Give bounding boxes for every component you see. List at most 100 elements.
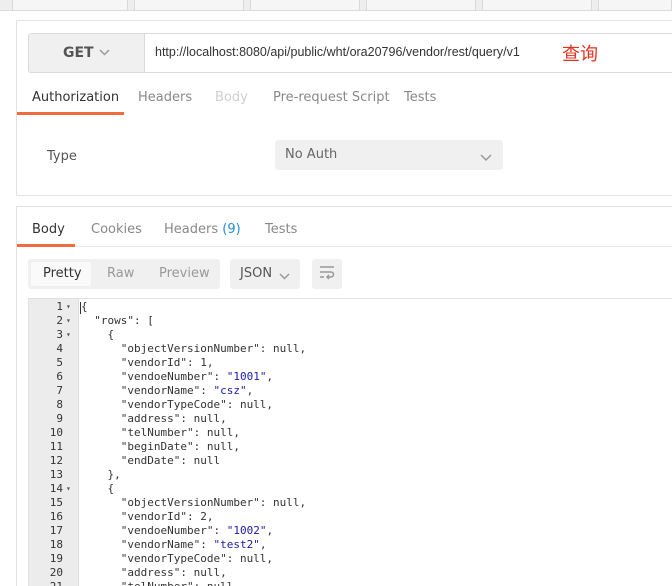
code-line: 11 "beginDate": null, — [29, 440, 672, 454]
auth-type-label: Type — [47, 149, 77, 164]
url-input[interactable]: http://localhost:8080/api/public/wht/ora… — [155, 45, 520, 59]
line-number: 4 — [56, 342, 63, 355]
code-line: 2 ▾ "rows": [ — [29, 314, 672, 328]
tab-tests[interactable]: Tests — [404, 90, 436, 105]
tab-authorization[interactable]: Authorization — [32, 90, 119, 105]
top-tab[interactable] — [250, 0, 360, 11]
url-bar: GET http://localhost:8080/api/public/wht… — [28, 33, 672, 73]
line-number: 19 — [49, 552, 63, 565]
code-text: "vendorTypeCode": null, — [81, 552, 274, 565]
code-line: 8 "vendorTypeCode": null, — [29, 398, 672, 412]
code-line: 20 "address": null, — [29, 566, 672, 580]
line-number: 16 — [49, 510, 63, 523]
chevron-down-icon — [278, 268, 291, 287]
line-number: 12 — [49, 454, 63, 467]
fold-arrow-icon[interactable]: ▾ — [66, 482, 71, 496]
code-text: "vendorName": "test2", — [81, 538, 267, 551]
tab-response-headers[interactable]: Headers (9) — [164, 222, 241, 237]
line-number: 9 — [56, 412, 63, 425]
auth-type-value: No Auth — [285, 147, 338, 162]
code-line: 5 "vendorId": 1, — [29, 356, 672, 370]
code-line: 16 "vendorId": 2, — [29, 510, 672, 524]
tab-cookies[interactable]: Cookies — [91, 222, 142, 237]
view-mode-group: Pretty Raw Preview — [28, 259, 220, 289]
code-text: "vendorId": 1, — [81, 356, 214, 369]
headers-label: Headers — [164, 222, 219, 237]
line-number: 15 — [49, 496, 63, 509]
response-code-editor[interactable]: 1 ▾{2 ▾ "rows": [3 ▾ {4 "objectVersionNumbe… — [28, 298, 672, 586]
line-number: 11 — [49, 440, 63, 453]
top-tab[interactable] — [366, 0, 476, 11]
line-number: 14 — [49, 482, 63, 495]
top-tab-strip — [0, 0, 672, 11]
code-line: 6 "vendoeNumber": "1001", — [29, 370, 672, 384]
code-line: 10 "telNumber": null, — [29, 426, 672, 440]
code-text: "vendorTypeCode": null, — [81, 398, 274, 411]
code-line: 19 "vendorTypeCode": null, — [29, 552, 672, 566]
fold-arrow-icon[interactable]: ▾ — [66, 300, 71, 314]
chevron-down-icon — [98, 46, 111, 63]
top-tab[interactable] — [482, 0, 592, 11]
code-text: }, — [81, 468, 121, 481]
active-tab-indicator — [17, 112, 124, 115]
top-tab[interactable] — [12, 0, 128, 11]
tab-headers[interactable]: Headers — [138, 90, 192, 105]
code-text: { — [81, 328, 115, 341]
method-label: GET — [63, 45, 94, 61]
tab-pre-request-script[interactable]: Pre-request Script — [273, 90, 390, 105]
fold-arrow-icon[interactable]: ▾ — [66, 328, 71, 342]
line-number: 2 — [56, 314, 63, 327]
fold-arrow-icon[interactable]: ▾ — [66, 314, 71, 328]
code-text: "telNumber": null, — [81, 426, 240, 439]
top-tab[interactable] — [598, 0, 672, 11]
response-tabs: Body Cookies Headers (9) Tests — [17, 207, 672, 247]
code-text: "rows": [ — [81, 314, 154, 327]
line-number: 3 — [56, 328, 63, 341]
line-number: 10 — [49, 426, 63, 439]
line-number: 20 — [49, 566, 63, 579]
line-number: 5 — [56, 356, 63, 369]
line-number: 6 — [56, 370, 63, 383]
code-line: 4 "objectVersionNumber": null, — [29, 342, 672, 356]
code-line: 17 "vendoeNumber": "1002", — [29, 524, 672, 538]
code-text: "beginDate": null, — [81, 440, 240, 453]
line-number: 21 — [29, 580, 63, 586]
code-line: 21 "telNumber": null, — [29, 580, 672, 586]
code-text: "telNumber": null, — [81, 580, 240, 586]
request-tabs: Authorization Headers Body Pre-request S… — [17, 81, 672, 115]
code-line: 9 "address": null, — [29, 412, 672, 426]
code-line: 1 ▾ { — [29, 300, 672, 314]
code-text: "objectVersionNumber": null, — [81, 342, 307, 355]
code-line: 7 "vendorName": "csz", — [29, 384, 672, 398]
format-value: JSON — [240, 266, 273, 281]
tab-response-body[interactable]: Body — [32, 222, 65, 237]
line-number: 17 — [49, 524, 63, 537]
view-raw-button[interactable]: Raw — [107, 266, 134, 281]
method-select[interactable]: GET — [29, 34, 145, 72]
line-number: 1 — [56, 300, 63, 313]
code-text: "endDate": null — [81, 454, 221, 467]
code-line: 12 "endDate": null — [29, 454, 672, 468]
wrap-lines-button[interactable] — [312, 259, 342, 289]
active-tab-indicator — [17, 244, 75, 247]
view-pretty-button[interactable]: Pretty — [43, 266, 82, 281]
format-select[interactable]: JSON — [230, 259, 300, 289]
code-line: 3 ▾ { — [29, 328, 672, 342]
auth-type-select[interactable]: No Auth — [275, 140, 503, 170]
chevron-down-icon — [479, 149, 493, 168]
code-line: 13 }, — [29, 468, 672, 482]
code-line: 18 "vendorName": "test2", — [29, 538, 672, 552]
tab-response-tests[interactable]: Tests — [265, 222, 297, 237]
code-line: 14 ▾ { — [29, 482, 672, 496]
tab-body[interactable]: Body — [215, 90, 248, 105]
code-text: "address": null, — [81, 566, 227, 579]
code-text: { — [81, 300, 88, 313]
wrap-lines-icon — [318, 264, 336, 284]
code-text: "vendorName": "csz", — [81, 384, 254, 397]
request-panel: GET http://localhost:8080/api/public/wht… — [16, 20, 672, 196]
line-number: 7 — [56, 384, 63, 397]
code-line: 15 "objectVersionNumber": null, — [29, 496, 672, 510]
line-number: 8 — [56, 398, 63, 411]
view-preview-button[interactable]: Preview — [159, 266, 210, 281]
top-tab[interactable] — [134, 0, 244, 11]
